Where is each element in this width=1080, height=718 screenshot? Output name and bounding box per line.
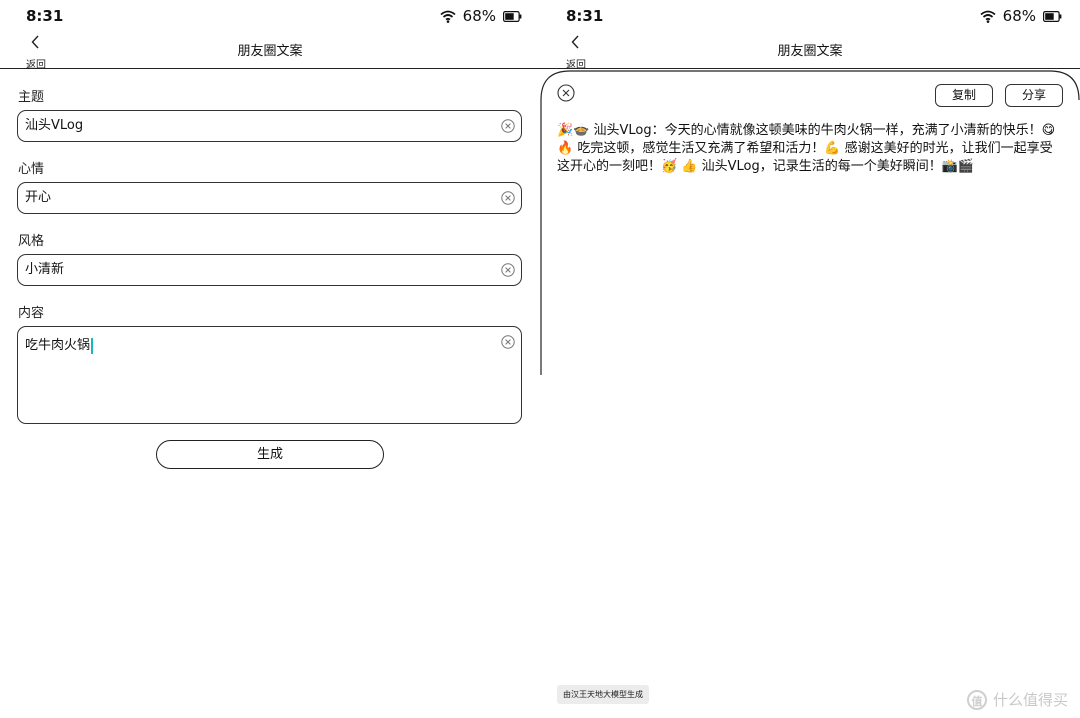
clear-icon[interactable]	[501, 119, 515, 133]
clear-icon[interactable]	[501, 335, 515, 349]
status-bar: 8:31 68%	[540, 0, 1080, 32]
status-time: 8:31	[26, 7, 64, 25]
watermark-logo-icon: 值	[966, 689, 987, 710]
status-time: 8:31	[566, 7, 604, 25]
copy-button[interactable]: 复制	[935, 84, 993, 107]
wifi-icon	[440, 10, 456, 23]
battery-icon	[1043, 10, 1062, 22]
mood-input[interactable]: 开心	[25, 183, 51, 213]
status-indicators: 68%	[440, 7, 522, 25]
close-icon[interactable]	[557, 84, 575, 102]
content-field[interactable]: 吃牛肉火锅	[17, 326, 522, 424]
status-indicators: 68%	[980, 7, 1062, 25]
battery-percent: 68%	[1002, 7, 1036, 25]
style-label: 风格	[18, 234, 45, 249]
content-value: 吃牛肉火锅	[25, 338, 91, 353]
watermark-logo-glyph: 值	[971, 694, 983, 708]
topic-label: 主题	[18, 90, 45, 105]
nav-bar: 返回 朋友圈文案	[540, 32, 1080, 71]
topic-field[interactable]: 汕头VLog	[17, 110, 522, 142]
result-sheet: 复制 分享 🎉🍲 汕头VLog：今天的心情就像这顿美味的牛肉火锅一样，充满了小清…	[540, 70, 1080, 718]
topic-input[interactable]: 汕头VLog	[25, 111, 83, 141]
share-button[interactable]: 分享	[1005, 84, 1063, 107]
page-title: 朋友圈文案	[237, 44, 303, 59]
mood-field[interactable]: 开心	[17, 182, 522, 214]
content-textarea[interactable]: 吃牛肉火锅	[25, 334, 94, 354]
status-bar: 8:31 68%	[0, 0, 540, 32]
wifi-icon	[980, 10, 996, 23]
page-title: 朋友圈文案	[777, 44, 843, 59]
sheet-border	[540, 70, 1080, 375]
content-label: 内容	[18, 306, 45, 321]
result-screen: 8:31 68% 返回 朋友圈文案 复制 分享 🎉🍲 汕头VLog：今天的心情就…	[540, 0, 1080, 718]
form-screen: 8:31 68% 返回 朋友圈文案 主题 汕头VLog 心情 开心 风格 小清新…	[0, 0, 540, 718]
clear-icon[interactable]	[501, 263, 515, 277]
watermark: 值 什么值得买	[966, 689, 1068, 710]
generated-caption: 🎉🍲 汕头VLog：今天的心情就像这顿美味的牛肉火锅一样，充满了小清新的快乐！😋…	[557, 123, 1056, 174]
style-field[interactable]: 小清新	[17, 254, 522, 286]
watermark-text: 什么值得买	[992, 691, 1068, 709]
nav-bar: 返回 朋友圈文案	[0, 32, 540, 71]
text-caret	[91, 337, 94, 354]
mood-label: 心情	[18, 162, 45, 177]
battery-icon	[503, 10, 522, 22]
generator-credit: 由汉王天地大模型生成	[557, 685, 649, 704]
style-input[interactable]: 小清新	[25, 255, 64, 285]
clear-icon[interactable]	[501, 191, 515, 205]
generate-button[interactable]: 生成	[156, 440, 384, 469]
battery-percent: 68%	[462, 7, 496, 25]
